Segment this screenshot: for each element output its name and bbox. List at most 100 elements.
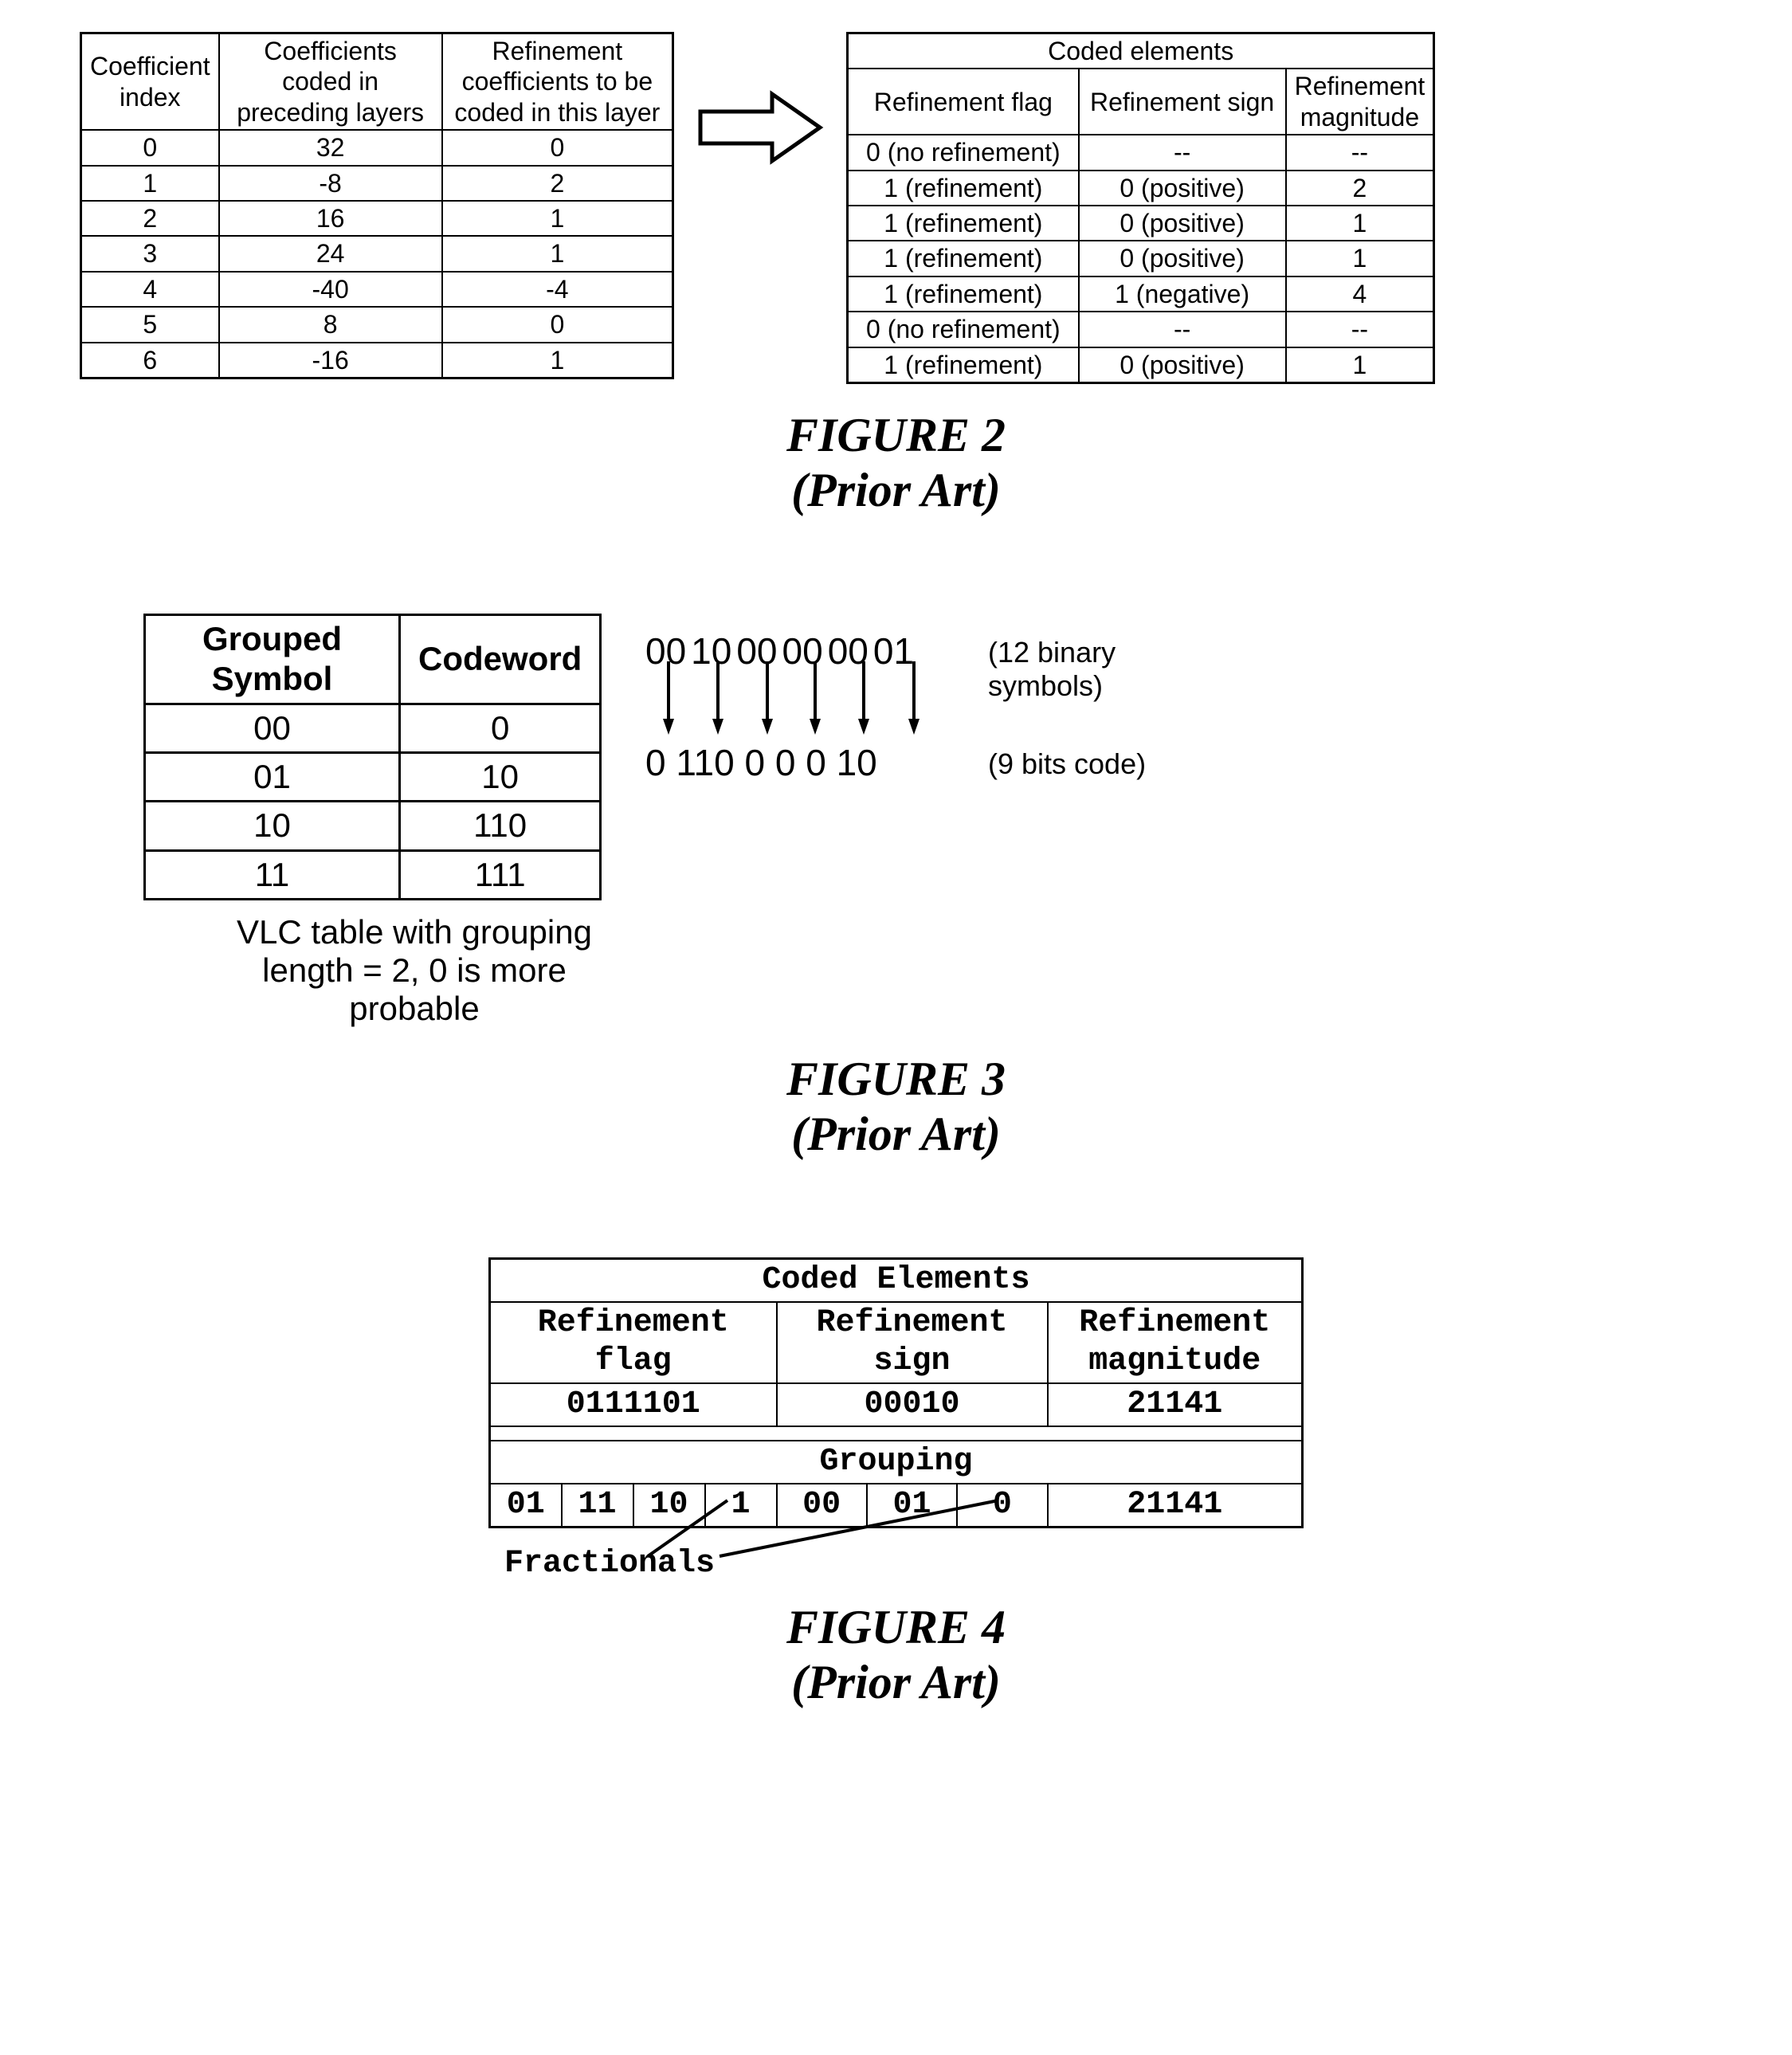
fig3-symbols: 001000000001 0 110 0 0 0 10 (12 binary s… (645, 629, 1187, 813)
fig4-caption-main: FIGURE 4 (786, 1601, 1006, 1653)
fractionals-label: Fractionals (504, 1546, 715, 1582)
fig4-title: Coded Elements (490, 1259, 1303, 1303)
fig2-cell: 1 (negative) (1079, 276, 1286, 312)
fig4-cell: 0111101 (490, 1383, 777, 1426)
vlc-h0: Grouped Symbol (145, 614, 400, 704)
vlc-h1: Codeword (400, 614, 601, 704)
fig2-cell: 24 (219, 236, 442, 271)
fig2-cell: 4 (81, 272, 219, 307)
arrow-down-icon (907, 661, 921, 737)
fig2-cell: 2 (81, 201, 219, 236)
table-row: 0320 (81, 130, 673, 165)
fig4-h2: Refinement magnitude (1048, 1302, 1303, 1383)
figure-3: Grouped Symbol Codeword 0000110101101111… (143, 614, 1712, 1028)
fig4-cell: 21141 (1048, 1383, 1303, 1426)
fig2-left-table: Coefficient index Coefficients coded in … (80, 32, 674, 379)
fig3-caption-main: FIGURE 3 (786, 1053, 1006, 1105)
symbols-bottom: 0 110 0 0 0 10 (645, 741, 877, 784)
table-row: 2161 (81, 201, 673, 236)
table-row: 0 (no refinement)---- (848, 312, 1434, 347)
figure-2: Coefficient index Coefficients coded in … (80, 32, 1712, 384)
fig4-cell: 00010 (777, 1383, 1048, 1426)
vlc-cell: 00 (145, 704, 400, 752)
fig2-cell: 1 (1286, 347, 1434, 383)
vlc-cell: 11 (145, 850, 400, 899)
fig2-cell: 3 (81, 236, 219, 271)
vlc-cell: 111 (400, 850, 601, 899)
fig2-cell: 5 (81, 307, 219, 342)
table-row: 10110 (145, 802, 601, 850)
fig2-cell: 1 (refinement) (848, 347, 1079, 383)
figure-4: Coded Elements Refinement flag Refinemen… (80, 1257, 1712, 1528)
fig2-cell: 2 (442, 166, 673, 201)
table-row: 1 (refinement)0 (positive)2 (848, 171, 1434, 206)
fig2-right-h0: Refinement flag (848, 69, 1079, 135)
fig4-caption: FIGURE 4 (Prior Art) (80, 1600, 1712, 1710)
fig2-caption-main: FIGURE 2 (786, 409, 1006, 461)
fig2-right-h1: Refinement sign (1079, 69, 1286, 135)
fig2-cell: 1 (442, 236, 673, 271)
fig2-cell: 8 (219, 307, 442, 342)
table-row: 0111101 00010 21141 (490, 1383, 1303, 1426)
fig3-caption: FIGURE 3 (Prior Art) (80, 1052, 1712, 1162)
fig2-left-h0: Coefficient index (81, 33, 219, 131)
fig4-h1: Refinement sign (777, 1302, 1048, 1383)
arrow-down-icon (661, 661, 676, 737)
table-row: 3241 (81, 236, 673, 271)
fig2-cell: -4 (442, 272, 673, 307)
fig2-cell: 0 (positive) (1079, 241, 1286, 276)
table-row: 0 (no refinement)---- (848, 135, 1434, 170)
symbols-top: 001000000001 (645, 629, 919, 673)
fig2-cell: -- (1079, 312, 1286, 347)
fig2-cell: 0 (positive) (1079, 347, 1286, 383)
fig2-cell: 32 (219, 130, 442, 165)
fig4-spacer (490, 1426, 1303, 1441)
vlc-cell: 10 (400, 753, 601, 802)
table-row: 000 (145, 704, 601, 752)
table-row: 1 (refinement)0 (positive)1 (848, 347, 1434, 383)
fig2-right-title: Coded elements (848, 33, 1434, 69)
fig4-cell: 21141 (1048, 1484, 1303, 1528)
fig2-caption-sub: (Prior Art) (80, 463, 1712, 518)
fig2-cell: 1 (442, 201, 673, 236)
fig2-cell: 2 (1286, 171, 1434, 206)
fig2-cell: -- (1286, 135, 1434, 170)
table-row: 580 (81, 307, 673, 342)
vlc-cell: 10 (145, 802, 400, 850)
fig2-cell: 4 (1286, 276, 1434, 312)
fig4-h0: Refinement flag (490, 1302, 777, 1383)
fig2-cell: 1 (1286, 206, 1434, 241)
fig2-right-h2: Refinement magnitude (1286, 69, 1434, 135)
fig2-cell: 1 (1286, 241, 1434, 276)
fig4-caption-sub: (Prior Art) (80, 1655, 1712, 1710)
fig2-cell: -16 (219, 343, 442, 378)
fig2-cell: 0 (positive) (1079, 171, 1286, 206)
vlc-table: Grouped Symbol Codeword 0000110101101111… (143, 614, 602, 900)
fig2-cell: 1 (refinement) (848, 206, 1079, 241)
fig2-cell: -- (1079, 135, 1286, 170)
note-bits-code: (9 bits code) (988, 747, 1146, 781)
fig2-cell: 0 (81, 130, 219, 165)
vlc-caption: VLC table with grouping length = 2, 0 is… (207, 913, 622, 1028)
fig4-grouping-title: Grouping (490, 1441, 1303, 1484)
note-binary-symbols: (12 binary symbols) (988, 636, 1187, 703)
fig2-cell: 0 (positive) (1079, 206, 1286, 241)
fig2-cell: 1 (442, 343, 673, 378)
arrow-down-icon (760, 661, 774, 737)
table-row: 1 (refinement)1 (negative)4 (848, 276, 1434, 312)
table-row: 6-161 (81, 343, 673, 378)
fig2-cell: 0 (no refinement) (848, 135, 1079, 170)
fig2-cell: 1 (81, 166, 219, 201)
fig3-caption-sub: (Prior Art) (80, 1107, 1712, 1162)
fig2-cell: -- (1286, 312, 1434, 347)
fig2-cell: 6 (81, 343, 219, 378)
fig2-cell: 1 (refinement) (848, 276, 1079, 312)
arrow-down-icon (857, 661, 871, 737)
fig2-cell: 0 (442, 130, 673, 165)
fig2-right-table: Coded elements Refinement flag Refinemen… (846, 32, 1435, 384)
arrow-right-icon (696, 88, 824, 167)
fig2-cell: -8 (219, 166, 442, 201)
fig2-cell: 0 (no refinement) (848, 312, 1079, 347)
table-row: 1 (refinement)0 (positive)1 (848, 206, 1434, 241)
fig2-cell: 0 (442, 307, 673, 342)
